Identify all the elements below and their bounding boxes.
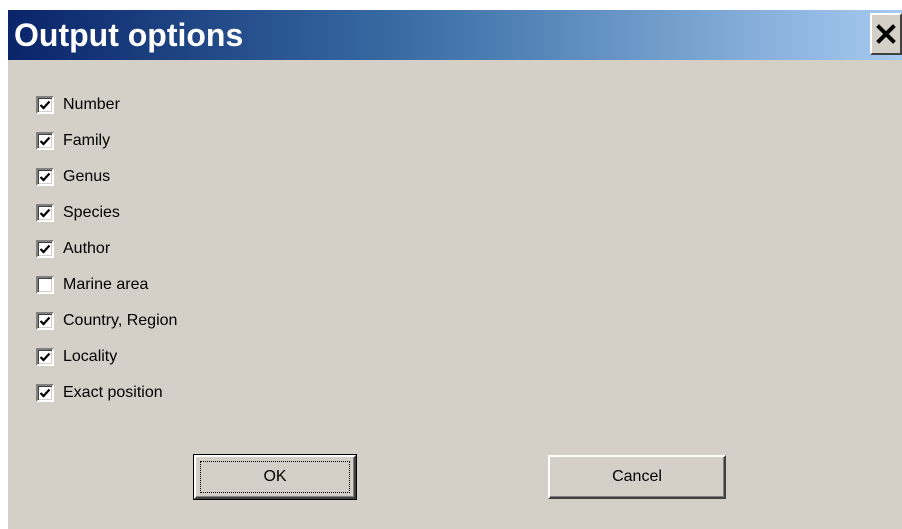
checkbox[interactable]: [36, 276, 54, 294]
option-label: Family: [63, 132, 111, 149]
checkbox[interactable]: [36, 204, 54, 222]
option-label: Author: [63, 240, 111, 257]
title-bar[interactable]: Output options: [8, 10, 902, 60]
checkbox[interactable]: [36, 348, 54, 366]
option-exact-position[interactable]: Exact position: [36, 381, 163, 405]
option-author[interactable]: Author: [36, 237, 110, 261]
option-label: Species: [63, 204, 120, 221]
checkmark-icon: [39, 100, 51, 110]
close-icon: [876, 24, 896, 44]
option-label: Marine area: [63, 276, 149, 293]
cancel-button-label: Cancel: [612, 468, 662, 485]
checkbox[interactable]: [36, 132, 54, 150]
option-label: Genus: [63, 168, 111, 185]
focus-ring: [200, 461, 350, 493]
checkbox[interactable]: [36, 240, 54, 258]
checkmark-icon: [39, 388, 51, 398]
checkmark-icon: [39, 208, 51, 218]
option-label: Country, Region: [63, 312, 178, 329]
cancel-button[interactable]: Cancel: [548, 455, 726, 499]
option-locality[interactable]: Locality: [36, 345, 117, 369]
option-label: Locality: [63, 348, 118, 365]
checkbox[interactable]: [36, 168, 54, 186]
checkmark-icon: [39, 352, 51, 362]
close-button[interactable]: [870, 13, 902, 55]
option-label: Number: [63, 96, 120, 113]
output-options-dialog: Output options Number Family Genus Speci…: [8, 10, 902, 529]
option-species[interactable]: Species: [36, 201, 120, 225]
checkmark-icon: [39, 316, 51, 326]
checkbox[interactable]: [36, 384, 54, 402]
checkbox[interactable]: [36, 96, 54, 114]
checkbox[interactable]: [36, 312, 54, 330]
option-label: Exact position: [63, 384, 163, 401]
checkmark-icon: [39, 136, 51, 146]
dialog-title: Output options: [14, 17, 244, 53]
option-number[interactable]: Number: [36, 93, 120, 117]
ok-button[interactable]: OK: [193, 454, 357, 500]
option-genus[interactable]: Genus: [36, 165, 110, 189]
option-family[interactable]: Family: [36, 129, 110, 153]
option-country-region[interactable]: Country, Region: [36, 309, 177, 333]
checkmark-icon: [39, 172, 51, 182]
option-marine-area[interactable]: Marine area: [36, 273, 148, 297]
checkmark-icon: [39, 244, 51, 254]
